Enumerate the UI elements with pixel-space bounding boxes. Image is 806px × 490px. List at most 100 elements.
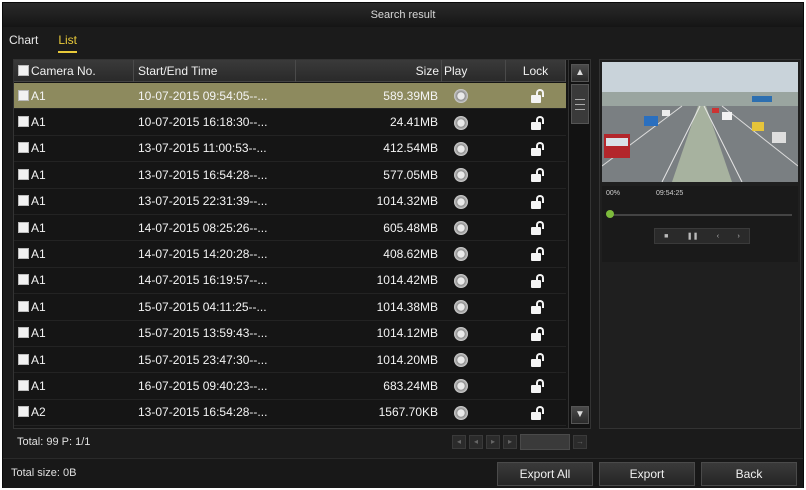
table-row[interactable]: A1 13-07-2015 22:31:39--... 1014.32MB [14, 189, 566, 215]
row-checkbox[interactable] [18, 221, 29, 233]
row-checkbox[interactable] [18, 353, 29, 365]
row-checkbox[interactable] [18, 195, 29, 207]
unlock-icon[interactable] [531, 221, 545, 236]
export-all-button[interactable]: Export All [497, 462, 593, 486]
row-checkbox[interactable] [18, 142, 29, 154]
select-all-checkbox[interactable] [18, 65, 29, 76]
scrollbar-thumb[interactable] [571, 84, 589, 124]
camera-cell: A1 [14, 353, 134, 367]
play-icon[interactable] [454, 326, 468, 341]
table-row[interactable]: A2 13-07-2015 16:54:28--... 1567.70KB [14, 400, 566, 427]
table-row[interactable]: A1 16-07-2015 09:40:23--... 683.24MB [14, 373, 566, 400]
table-row[interactable]: A1 10-07-2015 16:18:30--... 24.41MB [14, 109, 566, 136]
play-icon[interactable] [454, 273, 468, 288]
camera-no-text: A1 [31, 273, 46, 288]
video-preview[interactable] [602, 62, 798, 182]
tab-chart[interactable]: Chart [9, 33, 38, 53]
play-cell [442, 379, 506, 394]
prev-page-icon[interactable]: ◂ [469, 435, 483, 449]
row-checkbox[interactable] [18, 327, 29, 339]
stop-icon[interactable]: ■ [664, 233, 668, 240]
header-start-end-time[interactable]: Start/End Time [134, 60, 296, 82]
table-row[interactable]: A1 14-07-2015 14:20:28--... 408.62MB [14, 241, 566, 268]
header-size[interactable]: Size [296, 60, 442, 82]
play-icon[interactable] [454, 115, 468, 130]
play-icon[interactable] [454, 89, 468, 104]
camera-cell: A2 [14, 405, 134, 419]
page-input[interactable] [520, 434, 570, 450]
go-page-icon[interactable]: → [573, 435, 587, 449]
row-checkbox[interactable] [18, 89, 29, 101]
unlock-icon[interactable] [531, 326, 545, 341]
unlock-icon[interactable] [531, 300, 545, 315]
lock-cell [506, 379, 566, 394]
play-icon[interactable] [454, 405, 468, 420]
play-cell [442, 88, 506, 104]
unlock-icon[interactable] [531, 115, 545, 130]
row-checkbox[interactable] [18, 248, 29, 260]
play-icon[interactable] [454, 221, 468, 236]
progress-track[interactable] [608, 214, 792, 216]
unlock-icon[interactable] [531, 379, 545, 394]
back-button[interactable]: Back [701, 462, 797, 486]
slow-icon[interactable]: ‹ [717, 233, 719, 240]
play-icon[interactable] [454, 300, 468, 315]
row-checkbox[interactable] [18, 406, 29, 418]
lock-cell [506, 88, 566, 104]
last-page-icon[interactable]: ▸ [503, 435, 517, 449]
unlock-icon[interactable] [531, 141, 545, 156]
play-icon[interactable] [454, 247, 468, 262]
unlock-icon[interactable] [531, 168, 545, 183]
table-row[interactable]: A1 10-07-2015 09:54:05--... 589.39MB [14, 83, 566, 110]
camera-cell: A1 [14, 221, 134, 235]
table-row[interactable]: A1 15-07-2015 23:47:30--... 1014.20MB [14, 347, 566, 374]
vertical-scrollbar[interactable]: ▲ ▼ [568, 60, 590, 428]
table-row[interactable]: A1 13-07-2015 11:00:53--... 412.54MB [14, 136, 566, 163]
camera-no-text: A1 [31, 167, 46, 182]
camera-no-text: A1 [31, 141, 46, 156]
unlock-icon[interactable] [531, 353, 545, 368]
header-camera-no[interactable]: Camera No. [14, 60, 134, 82]
fast-icon[interactable]: › [737, 233, 739, 240]
scroll-up-icon[interactable]: ▲ [571, 64, 589, 82]
play-icon[interactable] [454, 141, 468, 156]
row-checkbox[interactable] [18, 379, 29, 391]
row-checkbox[interactable] [18, 116, 29, 128]
table-row[interactable]: A1 14-07-2015 16:19:57--... 1014.42MB [14, 268, 566, 295]
play-icon[interactable] [454, 353, 468, 368]
unlock-icon[interactable] [531, 247, 545, 262]
row-checkbox[interactable] [18, 274, 29, 286]
unlock-icon[interactable] [531, 194, 545, 209]
play-icon[interactable] [454, 168, 468, 183]
start-end-time-text: 10-07-2015 09:54:05--... [138, 88, 268, 103]
camera-no-text: A1 [31, 88, 46, 103]
start-end-time-text: 13-07-2015 16:54:28--... [138, 167, 268, 182]
row-checkbox[interactable] [18, 168, 29, 180]
playback-controls: 00% 09:54:25 ■ ❚❚ ‹ › [602, 186, 798, 262]
size-text: 589.39MB [383, 88, 438, 103]
bottom-bar: Total size: 0B Export All Export Back [3, 458, 803, 488]
pause-icon[interactable]: ❚❚ [687, 232, 699, 240]
export-button[interactable]: Export [599, 462, 695, 486]
next-page-icon[interactable]: ▸ [486, 435, 500, 449]
first-page-icon[interactable]: ◂ [452, 435, 466, 449]
size-text: 577.05MB [383, 167, 438, 182]
table-row[interactable]: A1 15-07-2015 04:11:25--... 1014.38MB [14, 294, 566, 321]
play-icon[interactable] [454, 379, 468, 394]
size-text: 24.41MB [389, 115, 438, 130]
camera-cell: A1 [14, 379, 134, 393]
table-row[interactable]: A1 13-07-2015 16:54:28--... 577.05MB [14, 162, 566, 189]
table-header: Camera No. Start/End Time Size Play Lock [14, 60, 566, 82]
unlock-icon[interactable] [531, 273, 545, 288]
progress-knob[interactable] [606, 210, 614, 218]
unlock-icon[interactable] [531, 405, 545, 420]
size-text: 1014.12MB [376, 326, 438, 341]
play-icon[interactable] [454, 194, 468, 209]
start-end-time-text: 16-07-2015 09:40:23--... [138, 378, 268, 393]
table-row[interactable]: A1 14-07-2015 08:25:26--... 605.48MB [14, 215, 566, 242]
scroll-down-icon[interactable]: ▼ [571, 406, 589, 424]
tab-list[interactable]: List [58, 33, 78, 53]
unlock-icon[interactable] [531, 89, 545, 104]
row-checkbox[interactable] [18, 300, 29, 312]
table-row[interactable]: A1 15-07-2015 13:59:43--... 1014.12MB [14, 321, 566, 347]
